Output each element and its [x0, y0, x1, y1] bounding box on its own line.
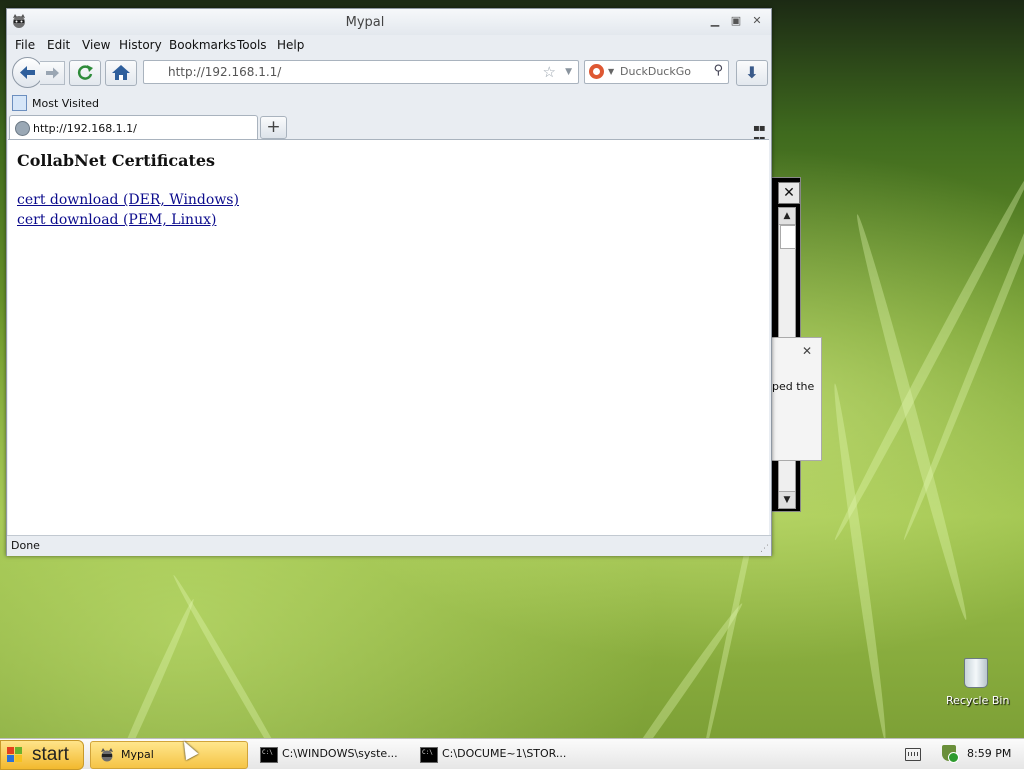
taskbar-item-cmd-1[interactable]: C:\WINDOWS\syste...: [252, 741, 410, 767]
window-title: Mypal: [345, 15, 385, 30]
home-icon: [112, 65, 130, 80]
globe-icon: [15, 121, 30, 136]
new-tab-button[interactable]: +: [260, 116, 287, 139]
menu-tools[interactable]: Tools: [237, 38, 267, 52]
start-button[interactable]: start: [0, 740, 84, 770]
console-icon: [260, 747, 278, 763]
dropdown-icon[interactable]: ▼: [608, 67, 614, 76]
search-placeholder[interactable]: DuckDuckGo: [620, 65, 691, 78]
bookmark-most-visited[interactable]: Most Visited: [32, 97, 99, 110]
cert-download-pem-link[interactable]: cert download (PEM, Linux): [17, 212, 216, 228]
plus-icon: +: [266, 117, 281, 137]
close-icon[interactable]: ✕: [749, 14, 765, 28]
bookmarks-toolbar: Most Visited: [7, 93, 771, 113]
menu-bar: File Edit View History Bookmarks Tools H…: [7, 35, 771, 55]
background-dialog: ✕ ped the: [771, 337, 822, 461]
windows-flag-icon: [7, 747, 23, 763]
menu-file[interactable]: File: [15, 38, 35, 52]
raccoon-app-icon: [101, 748, 113, 762]
status-bar: Done ⋰: [7, 535, 771, 556]
recycle-bin[interactable]: Recycle Bin: [946, 658, 1009, 707]
duckduckgo-icon[interactable]: [589, 64, 604, 79]
back-arrow-icon: [20, 66, 35, 79]
forward-button[interactable]: [40, 61, 65, 85]
close-icon[interactable]: ✕: [778, 182, 800, 204]
taskbar-item-label[interactable]: C:\DOCUME~1\STOR...: [442, 747, 566, 760]
cert-download-der-link[interactable]: cert download (DER, Windows): [17, 192, 239, 208]
url-bar[interactable]: http://192.168.1.1/ ☆ ▼: [143, 60, 579, 84]
restore-icon[interactable]: ▣: [728, 14, 744, 28]
reload-button[interactable]: [69, 60, 101, 86]
menu-view[interactable]: View: [82, 38, 110, 52]
page-content: CollabNet Certificates cert download (DE…: [8, 139, 769, 535]
close-icon[interactable]: ✕: [802, 344, 812, 358]
menu-edit[interactable]: Edit: [47, 38, 70, 52]
scroll-up-icon[interactable]: ▲: [779, 208, 795, 225]
start-label[interactable]: start: [32, 744, 69, 766]
shield-icon[interactable]: [942, 745, 959, 763]
taskbar-item-label[interactable]: Mypal: [121, 748, 154, 761]
console-icon: [420, 747, 438, 763]
scroll-thumb[interactable]: [780, 225, 796, 249]
forward-arrow-icon: [46, 67, 59, 79]
magnifier-icon[interactable]: ⚲: [713, 63, 723, 78]
taskbar-item-label[interactable]: C:\WINDOWS\syste...: [282, 747, 398, 760]
browser-window: Mypal ▁ ▣ ✕ File Edit View History Bookm…: [6, 8, 772, 556]
search-box[interactable]: ▼ DuckDuckGo ⚲: [584, 60, 729, 84]
tab-current[interactable]: http://192.168.1.1/: [9, 115, 258, 139]
status-text: Done: [11, 539, 40, 552]
home-button[interactable]: [105, 60, 137, 86]
star-icon[interactable]: ☆: [543, 63, 556, 81]
back-button[interactable]: [12, 57, 43, 88]
bookmark-folder-icon[interactable]: [12, 95, 27, 111]
title-bar[interactable]: Mypal ▁ ▣ ✕: [7, 9, 771, 35]
menu-help[interactable]: Help: [277, 38, 304, 52]
recycle-bin-label[interactable]: Recycle Bin: [946, 694, 1009, 707]
taskbar: start Mypal C:\WINDOWS\syste... C:\DOCUM…: [0, 738, 1024, 770]
recycle-bin-icon[interactable]: [964, 658, 988, 688]
download-button[interactable]: ⬇: [736, 60, 768, 86]
navigation-toolbar: http://192.168.1.1/ ☆ ▼ ▼ DuckDuckGo ⚲ ⬇: [7, 55, 771, 93]
dropdown-icon[interactable]: ▼: [565, 67, 572, 77]
url-text[interactable]: http://192.168.1.1/: [168, 65, 281, 79]
keyboard-icon[interactable]: [905, 748, 921, 761]
menu-bookmarks[interactable]: Bookmarks: [169, 38, 236, 52]
dialog-text: ped the: [772, 380, 815, 393]
reload-icon: [77, 65, 93, 80]
taskbar-item-mypal[interactable]: Mypal: [90, 741, 248, 769]
minimize-icon[interactable]: ▁: [707, 14, 723, 28]
menu-history[interactable]: History: [119, 38, 162, 52]
scroll-down-icon[interactable]: ▼: [779, 491, 795, 508]
tab-title[interactable]: http://192.168.1.1/: [33, 122, 137, 135]
clock[interactable]: 8:59 PM: [967, 747, 1011, 760]
tab-strip: http://192.168.1.1/ + ▪▪▪▪: [7, 113, 771, 145]
download-arrow-icon: ⬇: [745, 63, 759, 82]
resize-grip-icon[interactable]: ⋰: [760, 544, 769, 554]
page-title: CollabNet Certificates: [17, 151, 216, 170]
taskbar-item-cmd-2[interactable]: C:\DOCUME~1\STOR...: [412, 741, 572, 767]
